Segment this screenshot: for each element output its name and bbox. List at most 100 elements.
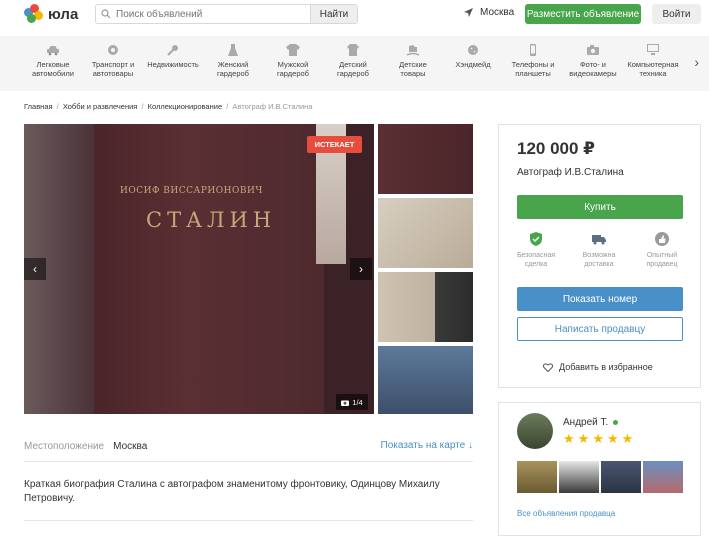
key-icon: [167, 45, 178, 56]
feature-label: продавец: [646, 261, 678, 268]
city-selector[interactable]: Москва: [463, 7, 514, 18]
category-kids-clothes[interactable]: Детский гардероб: [323, 44, 383, 78]
chevron-left-icon: ‹: [33, 262, 37, 276]
breadcrumb: Главная / Хобби и развлечения / Коллекци…: [24, 102, 312, 111]
thumbnail-3[interactable]: [378, 272, 473, 342]
chevron-right-icon[interactable]: ›: [694, 54, 699, 70]
category-label: Легковые: [36, 60, 70, 69]
feature-safe-deal: Безопасная сделка: [509, 231, 563, 269]
seller-ad-thumbnail[interactable]: [643, 461, 683, 493]
location-label: Местоположение: [24, 440, 105, 452]
rocking-horse-icon: [406, 45, 420, 56]
category-cameras[interactable]: Фото- и видеокамеры: [563, 44, 623, 78]
seller-name-row[interactable]: Андрей Т.: [563, 417, 619, 428]
star-icon: ★: [563, 431, 575, 446]
item-title: Автограф И.В.Сталина: [517, 167, 624, 178]
feature-label: Безопасная: [516, 252, 556, 259]
buy-button[interactable]: Купить: [517, 195, 683, 219]
feature-delivery: Возможна доставка: [572, 231, 626, 269]
gallery-next-button[interactable]: ›: [350, 258, 372, 280]
seller-name: Андрей Т.: [563, 417, 609, 428]
feature-label: Опытный: [646, 252, 678, 259]
breadcrumb-separator: /: [226, 102, 229, 111]
location-row: Местоположение Москва Показать на карте …: [24, 430, 473, 462]
book-author: ИОСИФ ВИССАРИОНОВИЧ: [120, 186, 263, 196]
photo-counter: 1/4: [336, 394, 368, 410]
breadcrumb-current: Автограф И.В.Сталина: [232, 102, 313, 111]
show-on-map-link[interactable]: Показать на карте ↓: [381, 440, 473, 451]
category-computers[interactable]: Компьютерная техника: [623, 44, 683, 78]
category-transport[interactable]: Транспорт и автотовары: [83, 44, 143, 78]
description: Краткая биография Сталина с автографом з…: [24, 479, 440, 504]
add-to-favorites[interactable]: Добавить в избранное: [543, 362, 653, 372]
category-label: Детские: [399, 60, 427, 69]
breadcrumb-separator: /: [141, 102, 144, 111]
category-label: гардероб: [277, 69, 309, 78]
book-title: СТАЛИН: [146, 208, 277, 232]
category-kids-goods[interactable]: Детские товары: [383, 44, 443, 78]
star-icon: ★: [606, 431, 619, 446]
star-icon: ★: [621, 431, 634, 446]
breadcrumb-subsection[interactable]: Коллекционирование: [148, 102, 222, 111]
location-value: Москва: [113, 440, 148, 452]
wheel-icon: [108, 45, 118, 55]
feature-label: доставка: [584, 261, 614, 268]
seller-ad-thumbnail[interactable]: [517, 461, 557, 493]
category-label: товары: [400, 69, 426, 78]
city-label: Москва: [480, 7, 515, 18]
category-label: Мужской: [277, 60, 309, 69]
expiring-badge: ИСТЕКАЕТ: [307, 136, 362, 153]
dress-icon: [228, 44, 238, 56]
search-input[interactable]: [116, 5, 310, 23]
category-label: автотовары: [92, 69, 134, 78]
shirt-icon: [286, 44, 300, 56]
category-handmade[interactable]: Хэндмейд: [443, 44, 503, 69]
thumbnail-1[interactable]: [378, 124, 473, 194]
avatar[interactable]: [517, 413, 553, 449]
breadcrumb-home[interactable]: Главная: [24, 102, 53, 111]
feature-label: Возможна: [582, 252, 616, 259]
category-phones[interactable]: Телефоны и планшеты: [503, 44, 563, 78]
kids-clothes-icon: [347, 44, 359, 56]
feature-label: сделка: [524, 261, 548, 268]
thumbnail-2[interactable]: [378, 198, 473, 268]
place-ad-button[interactable]: Разместить объявление: [525, 4, 641, 24]
category-bar: Легковые автомобили Транспорт и автотова…: [0, 36, 709, 91]
main-photo[interactable]: ИОСИФ ВИССАРИОНОВИЧ СТАЛИН: [24, 124, 374, 414]
category-label: видеокамеры: [569, 69, 617, 78]
category-women-clothes[interactable]: Женский гардероб: [203, 44, 263, 78]
category-label: автомобили: [32, 69, 74, 78]
feature-experienced-seller: Опытный продавец: [635, 231, 689, 269]
category-label: Телефоны и: [511, 60, 555, 69]
category-label: Компьютерная: [627, 60, 679, 69]
show-phone-button[interactable]: Показать номер: [517, 287, 683, 311]
category-cars[interactable]: Легковые автомобили: [23, 44, 83, 78]
seller-ad-thumbnail[interactable]: [601, 461, 641, 493]
category-label: Транспорт и: [91, 60, 135, 69]
category-label: планшеты: [515, 69, 551, 78]
logo[interactable]: юла: [24, 4, 78, 24]
offer-card: 120 000 ₽ Автограф И.В.Сталина Купить Бе…: [498, 124, 701, 388]
login-button[interactable]: Войти: [652, 4, 701, 24]
logo-text: юла: [48, 5, 79, 23]
all-seller-ads-link[interactable]: Все объявления продавца: [517, 509, 615, 518]
search-box: Найти: [95, 4, 358, 24]
gallery-prev-button[interactable]: ‹: [24, 258, 46, 280]
logo-icon: [24, 4, 44, 24]
photo-counter-text: 1/4: [352, 397, 363, 407]
category-label: Хэндмейд: [455, 60, 491, 69]
divider: [24, 520, 473, 521]
category-men-clothes[interactable]: Мужской гардероб: [263, 44, 323, 78]
category-label: Детский: [339, 60, 367, 69]
category-label: Недвижимость: [147, 60, 199, 69]
search-button[interactable]: Найти: [310, 5, 357, 23]
breadcrumb-separator: /: [56, 102, 59, 111]
truck-icon: [592, 235, 606, 245]
seller-ad-thumbnail[interactable]: [559, 461, 599, 493]
breadcrumb-section[interactable]: Хобби и развлечения: [63, 102, 138, 111]
seller-card: Андрей Т. ★ ★ ★ ★ ★ Все объявления прода…: [498, 402, 701, 536]
location-arrow-icon: [464, 8, 473, 17]
thumbnail-4[interactable]: [378, 346, 473, 414]
message-seller-button[interactable]: Написать продавцу: [517, 317, 683, 341]
category-realty[interactable]: Недвижимость: [143, 44, 203, 69]
